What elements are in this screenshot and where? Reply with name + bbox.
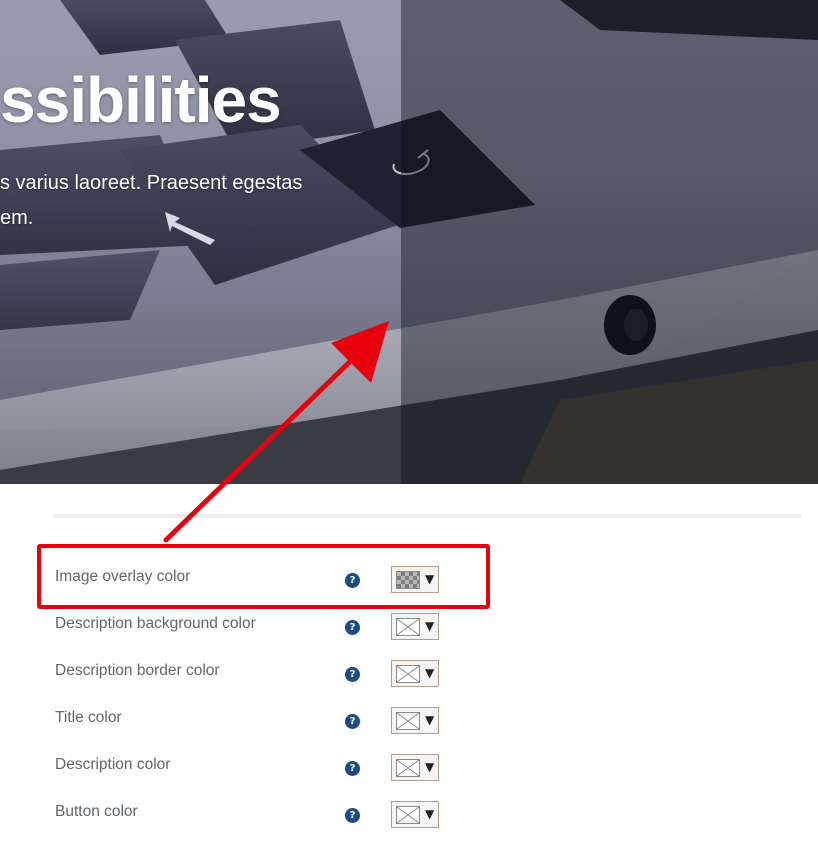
setting-label: Title color xyxy=(55,709,122,726)
setting-row-description-background-color: Description background color ? ▼ xyxy=(0,603,818,650)
color-picker-button[interactable]: ▼ xyxy=(391,801,439,828)
setting-label: Button color xyxy=(55,803,138,820)
question-circle-icon[interactable]: ? xyxy=(345,667,360,682)
color-picker-button[interactable]: ▼ xyxy=(391,613,439,640)
no-color-swatch xyxy=(396,712,420,730)
setting-row-description-border-color: Description border color ? ▼ xyxy=(0,650,818,697)
hero-description: s varius laoreet. Praesent egestas em. xyxy=(0,172,303,229)
image-overlay-preview xyxy=(401,0,818,484)
chevron-down-icon: ▼ xyxy=(425,807,435,821)
chevron-down-icon: ▼ xyxy=(425,713,435,727)
setting-row-title-color: Title color ? ▼ xyxy=(0,697,818,744)
setting-row-description-color: Description color ? ▼ xyxy=(0,744,818,791)
no-color-swatch xyxy=(396,618,420,636)
question-circle-icon[interactable]: ? xyxy=(345,761,360,776)
color-picker-button[interactable]: ▼ xyxy=(391,754,439,781)
question-circle-icon[interactable]: ? xyxy=(345,714,360,729)
no-color-swatch xyxy=(396,665,420,683)
setting-row-button-color: Button color ? ▼ xyxy=(0,791,818,838)
color-picker-button[interactable]: ▼ xyxy=(391,707,439,734)
setting-label: Description border color xyxy=(55,662,220,679)
page: ssibilities s varius laoreet. Praesent e… xyxy=(0,0,818,846)
no-color-swatch xyxy=(396,806,420,824)
hero-title: ssibilities xyxy=(0,64,282,136)
chevron-down-icon: ▼ xyxy=(425,666,435,680)
question-circle-icon[interactable]: ? xyxy=(345,620,360,635)
annotation-highlight-box xyxy=(37,544,490,609)
chevron-down-icon: ▼ xyxy=(425,760,435,774)
setting-label: Description background color xyxy=(55,615,256,632)
hero-image: ssibilities s varius laoreet. Praesent e… xyxy=(0,0,818,484)
no-color-swatch xyxy=(396,759,420,777)
chevron-down-icon: ▼ xyxy=(425,619,435,633)
setting-label: Description color xyxy=(55,756,171,773)
color-picker-button[interactable]: ▼ xyxy=(391,660,439,687)
section-divider xyxy=(53,514,801,518)
question-circle-icon[interactable]: ? xyxy=(345,808,360,823)
